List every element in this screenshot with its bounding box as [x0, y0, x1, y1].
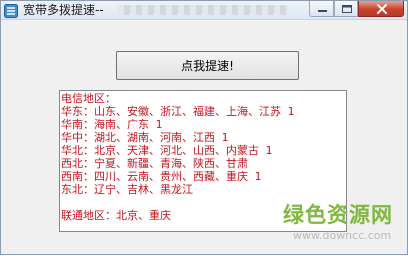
app-icon — [4, 3, 18, 18]
watermark: 绿色资源网 www.downcc.com — [263, 199, 408, 256]
app-window: 宽带多拨提速-- 点我提速! 电信地区： 华东：山东、安徽、浙江、福建、上海、江… — [0, 0, 408, 255]
output-line: 华南：海南、广东 1 — [61, 118, 163, 131]
maximize-icon — [342, 5, 352, 13]
output-line: 联通地区：北京、重庆 — [61, 209, 171, 222]
output-line: 华北：北京、天津、河北、山西、内蒙古 1 — [61, 144, 273, 157]
minimize-button[interactable] — [309, 1, 334, 17]
output-line: 电信地区： — [61, 92, 116, 105]
minimize-icon — [318, 10, 327, 12]
maximize-button[interactable] — [334, 1, 358, 17]
speed-up-button[interactable]: 点我提速! — [116, 51, 299, 80]
title-bar[interactable]: 宽带多拨提速-- — [1, 1, 407, 20]
close-button[interactable] — [358, 1, 404, 17]
window-title: 宽带多拨提速-- — [23, 3, 104, 17]
output-line: 华中：湖北、湖南、河南、江西 1 — [61, 131, 229, 144]
close-icon — [377, 4, 387, 14]
output-line: 西南：四川、云南、贵州、西藏、重庆 1 — [61, 170, 262, 183]
output-line: 西北：宁夏、新疆、青海、陕西、甘肃 — [61, 157, 248, 170]
output-line: 东北：辽宁、吉林、黑龙江 — [61, 183, 193, 196]
output-text: 电信地区： 华东：山东、安徽、浙江、福建、上海、江苏 1 华南：海南、广东 1 … — [61, 92, 294, 222]
watermark-url: www.downcc.com — [293, 229, 392, 242]
output-line: 华东：山东、安徽、浙江、福建、上海、江苏 1 — [61, 105, 295, 118]
watermark-logo: 绿色资源网 — [283, 203, 393, 227]
title-redacted-region — [118, 5, 288, 15]
